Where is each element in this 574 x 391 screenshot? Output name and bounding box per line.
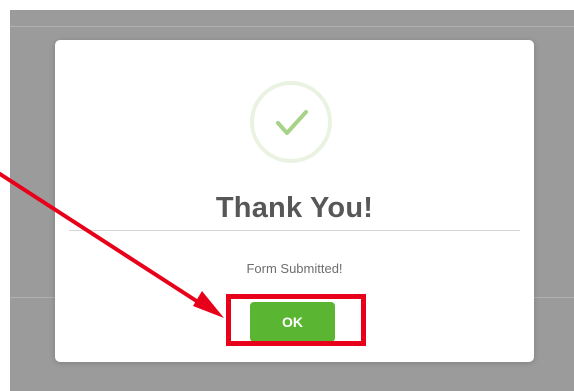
success-check-icon xyxy=(250,81,332,163)
annotation-highlight-box xyxy=(226,294,366,346)
title-divider xyxy=(69,230,520,231)
check-mark-icon xyxy=(276,110,308,135)
dialog-title: Thank You! xyxy=(215,192,374,224)
dialog-message: Form Submitted! xyxy=(246,261,343,276)
backdrop-divider-top xyxy=(10,26,574,27)
